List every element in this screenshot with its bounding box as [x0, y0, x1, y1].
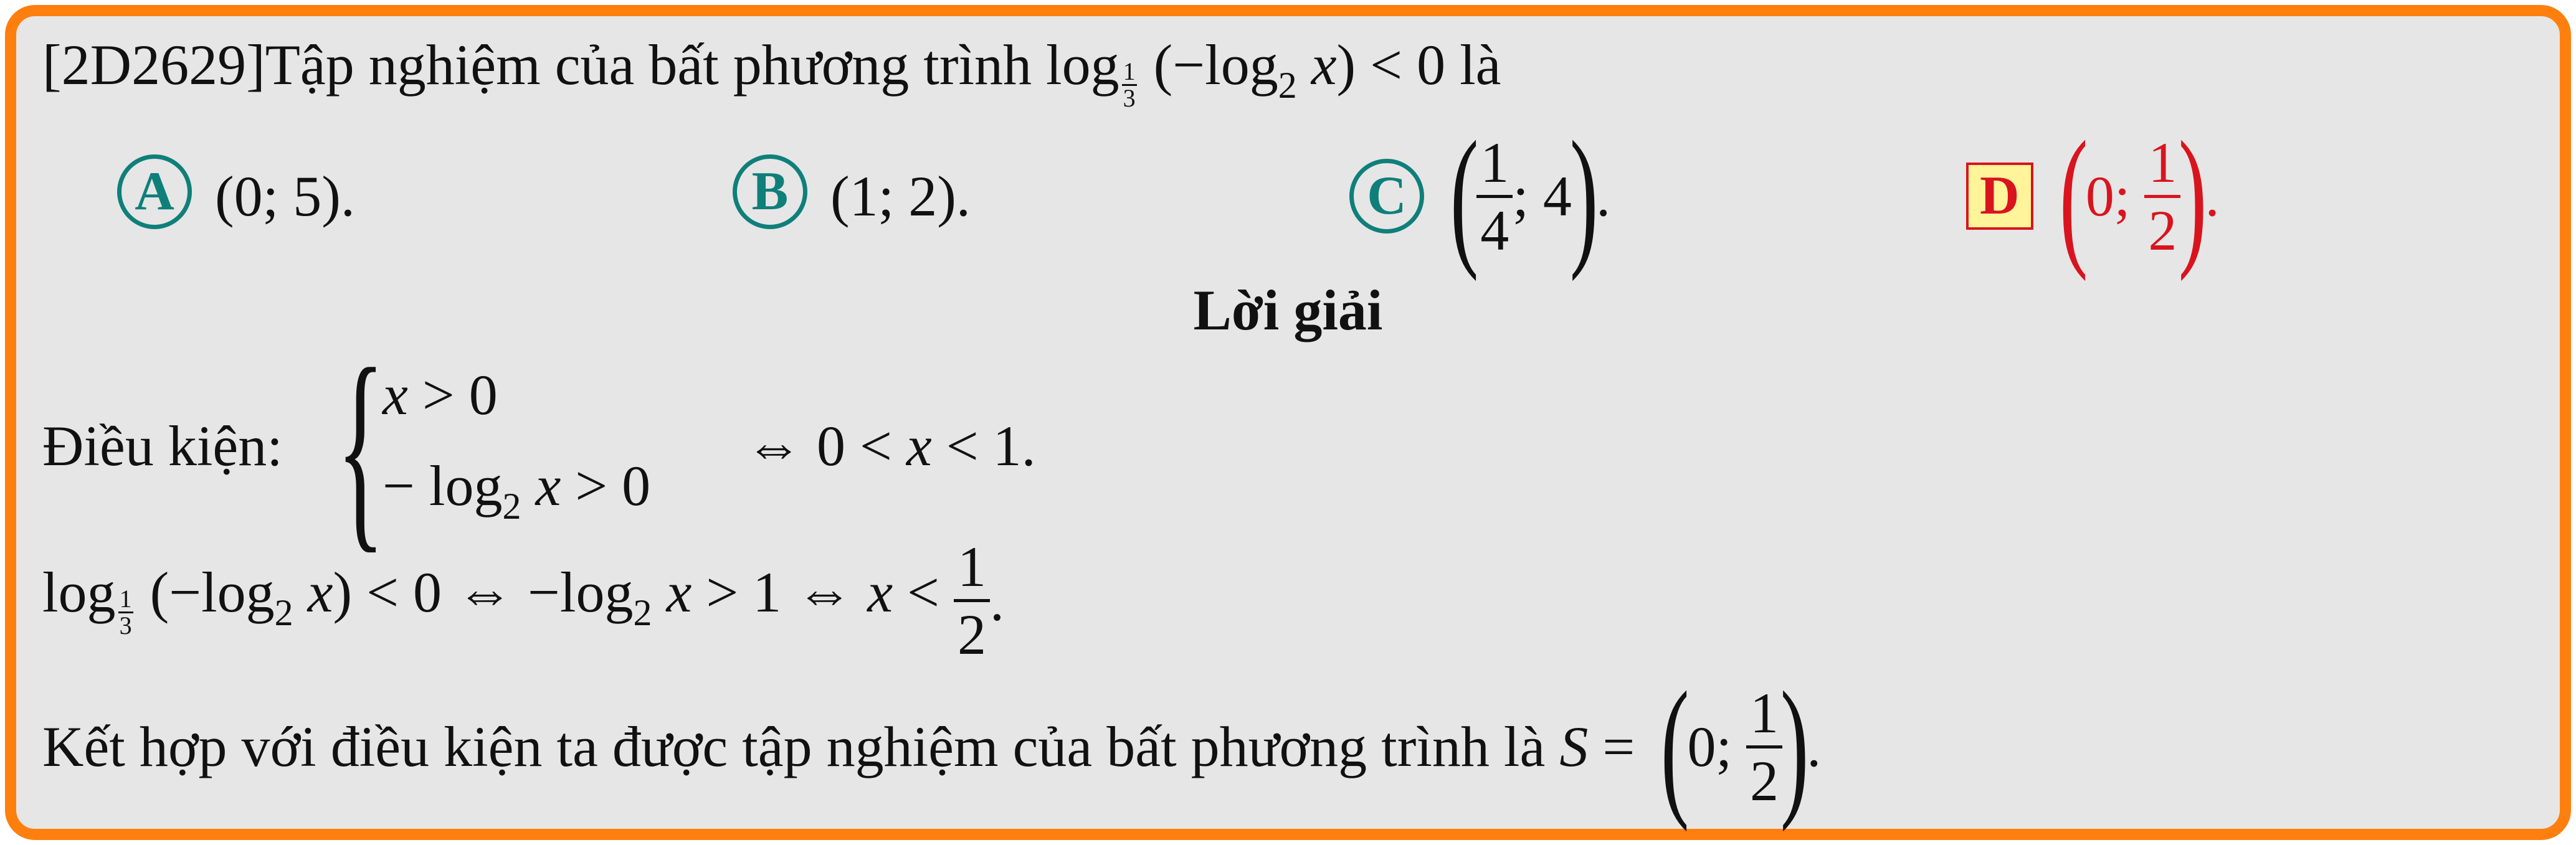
option-c[interactable]: C (1 4; 4).: [1349, 118, 1610, 274]
option-a-marker: A: [117, 154, 192, 229]
option-d-fraction: 12: [2144, 134, 2181, 259]
transformation-line: log 1 3 (−log2 x) < 0 ⇔ −log2 x > 1 ⇔ x < …: [42, 535, 1004, 666]
option-b[interactable]: B (1; 2).: [733, 154, 971, 229]
condition-1: x > 0: [383, 363, 498, 427]
option-c-rest: ; 4: [1513, 164, 1572, 228]
question-inequality: log 1 3 (−log2 x) < 0: [1046, 33, 1446, 112]
question-text-end: là: [1445, 33, 1501, 97]
option-c-marker: C: [1349, 159, 1424, 234]
option-d-marker: D: [1966, 163, 2033, 230]
option-c-fraction: 14: [1476, 134, 1513, 259]
question-line: [2D2629]Tập nghiệm của bất phương trình …: [42, 36, 1501, 111]
solution-heading: Lời giải: [1193, 278, 1383, 342]
condition-result: ⇔ 0 < x < 1.: [745, 414, 1036, 478]
condition-2: − log2 x > 0: [383, 454, 651, 527]
option-b-text: (1; 2).: [830, 164, 971, 228]
condition-label: Điều kiện:: [42, 414, 283, 478]
option-a[interactable]: A (0; 5).: [117, 154, 355, 229]
question-id: [2D2629]: [42, 33, 265, 97]
question-text: Tập nghiệm của bất phương trình: [265, 33, 1047, 97]
option-d-prefix: 0;: [2085, 164, 2145, 228]
conclusion-line: Kết hợp với điều kiện ta được tập nghiệm…: [42, 660, 1822, 833]
conclusion-text: Kết hợp với điều kiện ta được tập nghiệm…: [42, 715, 1560, 778]
system-brace: {: [336, 323, 385, 571]
option-d[interactable]: D (0; 1 2).: [1966, 118, 2220, 274]
option-a-text: (0; 5).: [215, 164, 355, 228]
option-b-marker: B: [733, 154, 807, 229]
